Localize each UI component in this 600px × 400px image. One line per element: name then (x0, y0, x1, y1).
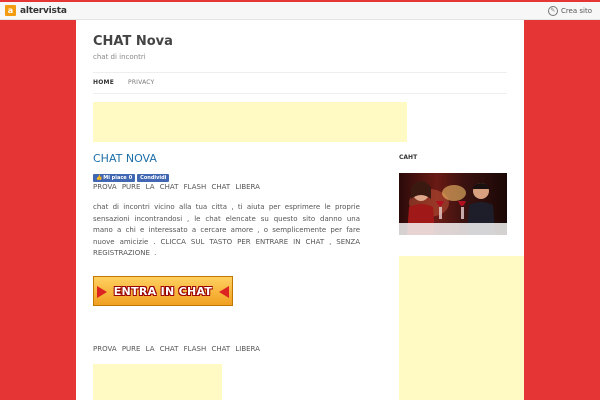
site-description: chat di incontri (93, 53, 146, 61)
pencil-icon: ✎ (547, 6, 558, 16)
post-intro-line: PROVA PURE LA CHAT FLASH CHAT LIBERA (93, 183, 260, 191)
main-nav: HOME PRIVACY (93, 72, 507, 94)
arrow-right-icon (97, 286, 107, 298)
facebook-share-button[interactable]: Condividi (137, 174, 170, 182)
facebook-like-button[interactable]: 👍 Mi piace 0 (93, 174, 136, 182)
enter-chat-button[interactable]: ENTRA IN CHAT (93, 276, 233, 306)
ad-banner-top[interactable] (93, 102, 407, 142)
facebook-like-label: Mi piace (103, 175, 127, 181)
ad-banner-sidebar[interactable] (399, 256, 524, 400)
altervista-logo-icon: a (5, 5, 16, 16)
thumbs-up-icon: 👍 (96, 175, 103, 181)
page-container: CHAT Nova chat di incontri HOME PRIVACY … (76, 20, 524, 400)
nav-privacy[interactable]: PRIVACY (128, 79, 154, 86)
facebook-buttons: 👍 Mi piace 0 Condividi (93, 174, 170, 182)
enter-chat-label: ENTRA IN CHAT (113, 284, 213, 298)
facebook-like-count: 0 (128, 175, 133, 181)
create-site-link[interactable]: ✎ Crea sito (547, 6, 592, 16)
toolbar-accent (0, 0, 600, 2)
ad-banner-bottom[interactable] (93, 364, 222, 400)
site-title[interactable]: CHAT Nova (93, 34, 173, 49)
sidebar-couple-photo (399, 173, 507, 235)
couple-photo-illustration (399, 181, 507, 235)
altervista-toolbar: a altervista ✎ Crea sito (0, 0, 600, 20)
sidebar-title: CAHT (399, 154, 418, 161)
create-site-label: Crea sito (560, 7, 592, 15)
post-outro-line: PROVA PURE LA CHAT FLASH CHAT LIBERA (93, 345, 260, 353)
nav-home[interactable]: HOME (93, 79, 114, 86)
post-paragraph: chat di incontri vicino alla tua citta ,… (93, 203, 360, 257)
altervista-logo[interactable]: a altervista (5, 5, 67, 16)
arrow-left-icon (219, 286, 229, 298)
altervista-brand: altervista (20, 5, 67, 16)
post-title[interactable]: CHAT NOVA (93, 152, 157, 165)
